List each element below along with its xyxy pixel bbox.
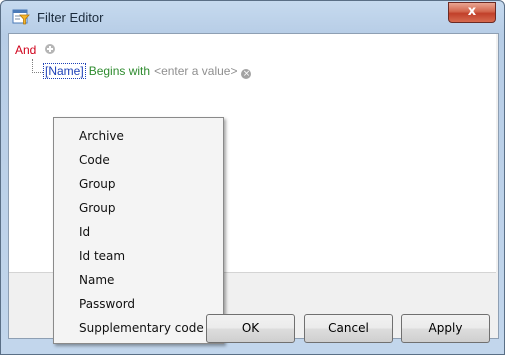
window-title: Filter Editor [37,10,104,25]
field-dropdown: Archive Code Group Group Id Id team Name… [53,117,224,344]
apply-button[interactable]: Apply [401,314,490,343]
dropdown-item-id-team[interactable]: Id team [79,249,125,263]
dialog-client-area: And [Name] Begins with <enter a value> × Ar… [8,33,499,344]
condition-row: [Name] Begins with <enter a value> × [43,63,252,79]
dropdown-item-group[interactable]: Group [79,177,116,191]
dropdown-item-password[interactable]: Password [79,297,135,311]
cancel-button[interactable]: Cancel [304,314,393,343]
plus-circle-icon[interactable] [45,44,55,54]
dropdown-item-code[interactable]: Code [79,153,110,167]
condition-operator[interactable]: Begins with [89,64,150,78]
title-bar: Filter Editor x [1,1,504,34]
filter-editor-window: Filter Editor x And [Name] Begins with <en… [0,0,505,355]
close-button[interactable]: x [448,2,496,23]
tree-connector-line [32,59,43,73]
filter-editor-icon [12,9,30,25]
group-operator[interactable]: And [15,43,36,57]
dropdown-item-id[interactable]: Id [79,225,90,239]
dropdown-item-supplementary-code[interactable]: Supplementary code [79,321,204,335]
ok-button[interactable]: OK [206,314,295,343]
dropdown-item-group-2[interactable]: Group [79,201,116,215]
dropdown-item-archive[interactable]: Archive [79,129,124,143]
dropdown-item-name[interactable]: Name [79,273,114,287]
close-icon: x [467,4,477,19]
condition-value[interactable]: <enter a value> [154,64,237,78]
remove-circle-icon[interactable]: × [241,69,252,79]
condition-field[interactable]: [Name] [43,63,86,79]
